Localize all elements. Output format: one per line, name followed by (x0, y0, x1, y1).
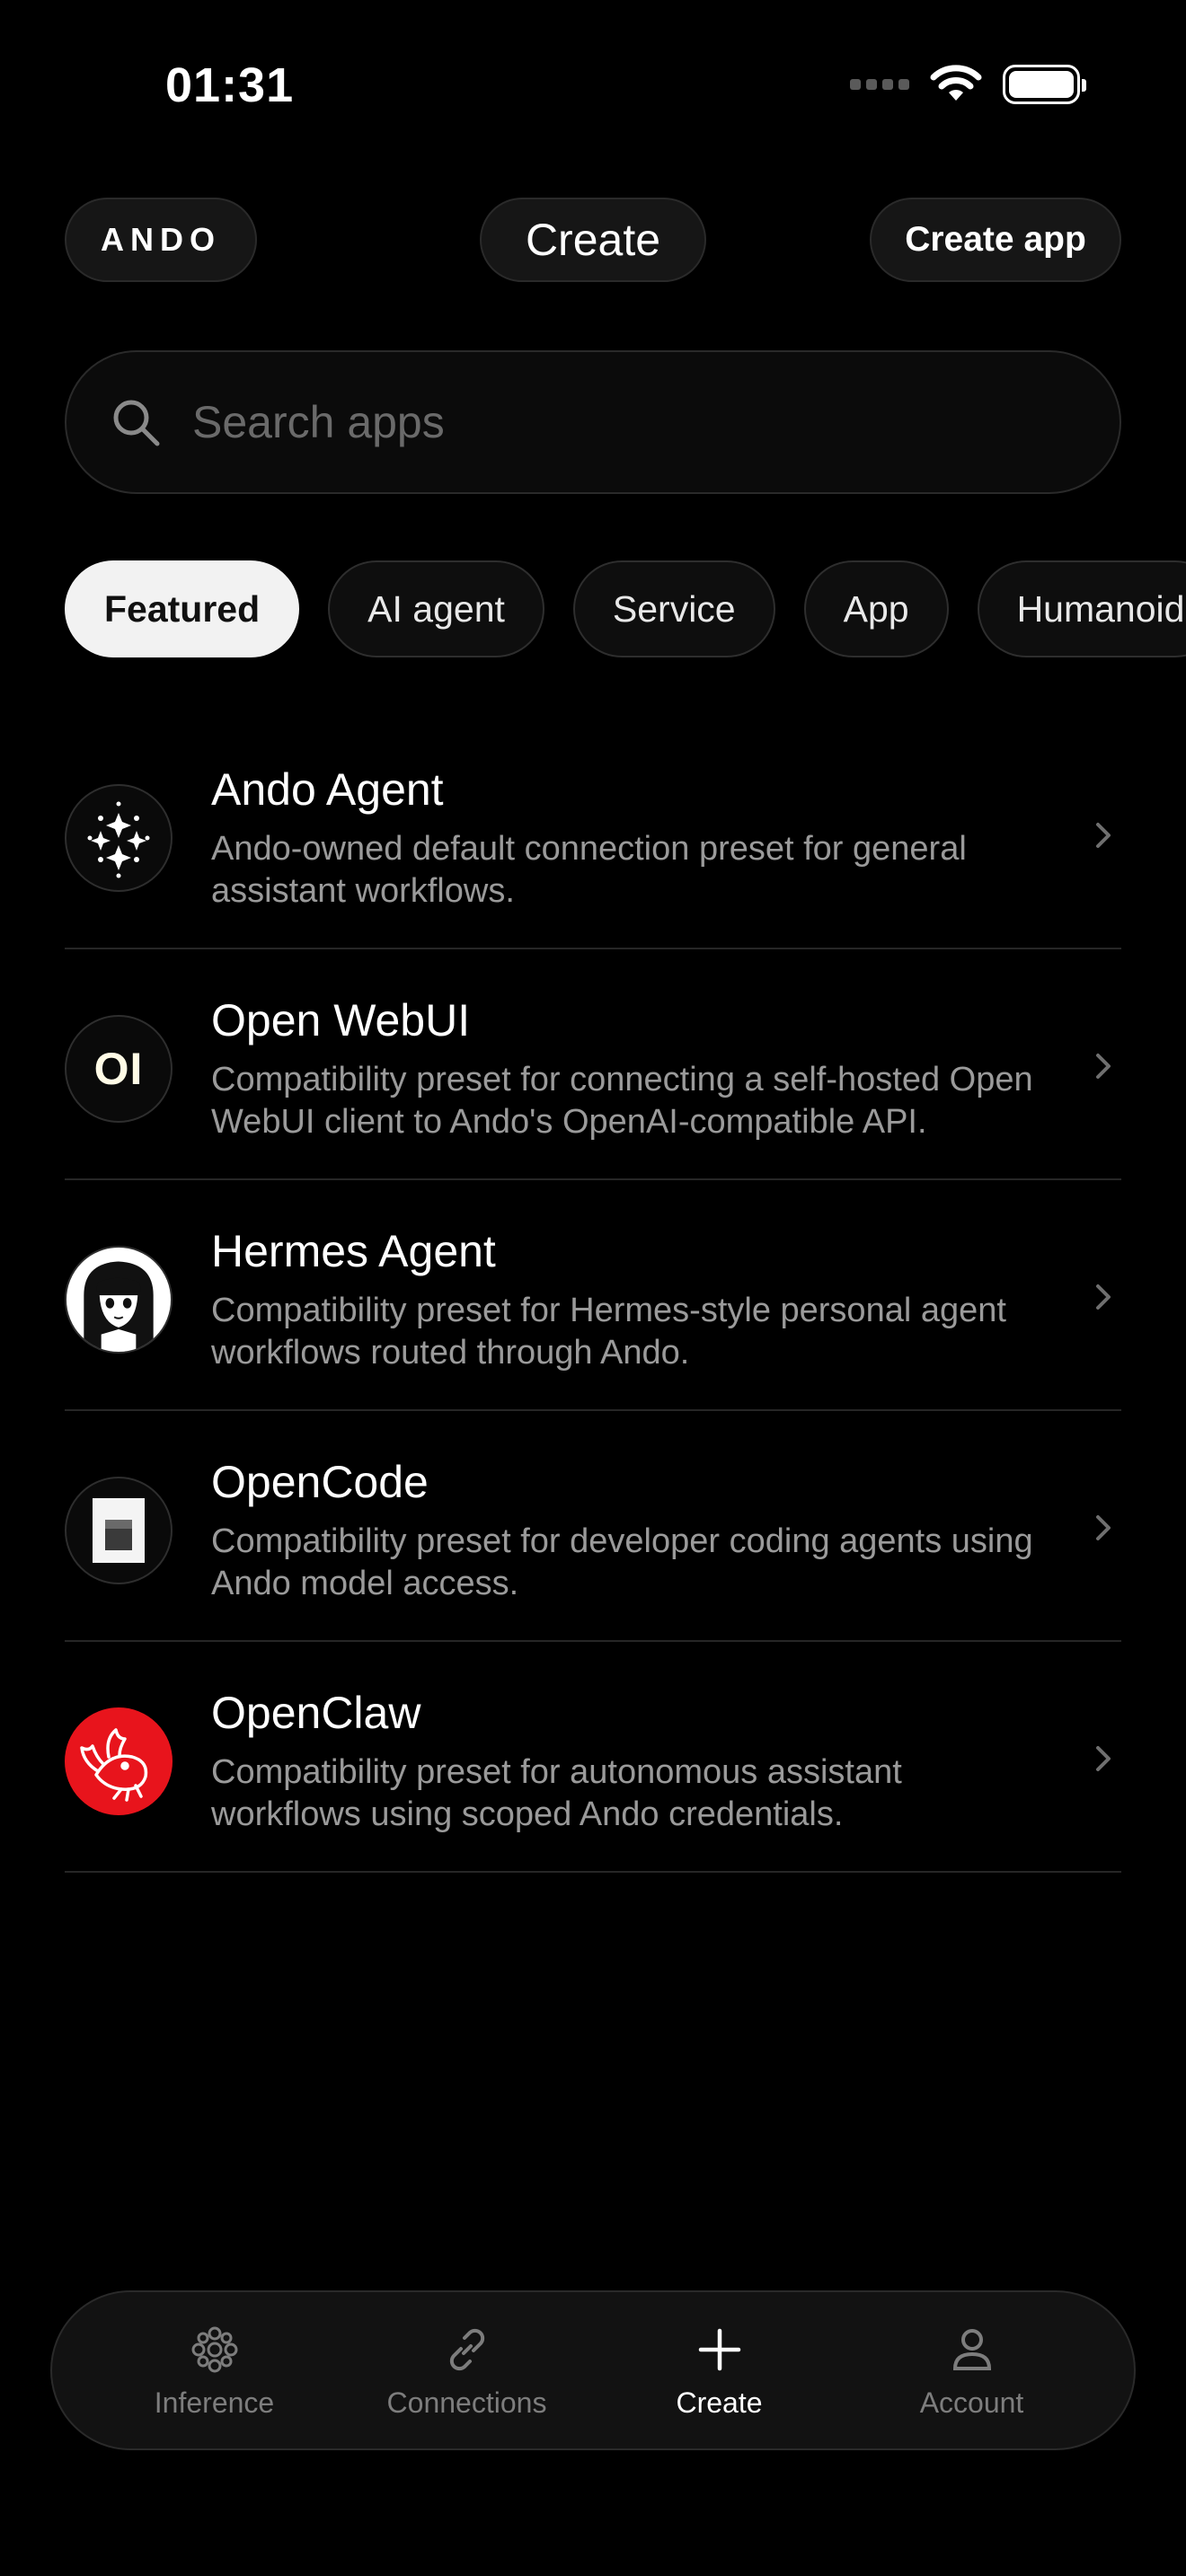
tab-label: Create (676, 2386, 763, 2419)
app-list: Ando Agent Ando-owned default connection… (65, 719, 1121, 1873)
tab-label: Account (919, 2386, 1024, 2419)
filter-chip-service[interactable]: Service (572, 560, 775, 657)
brand-button[interactable]: ANDO (65, 198, 257, 282)
plus-icon (698, 2328, 740, 2370)
app-description: Compatibility preset for developer codin… (211, 1522, 1033, 1602)
create-app-button[interactable]: Create app (870, 198, 1121, 282)
list-item[interactable]: OI Open WebUI Compatibility preset for c… (65, 949, 1121, 1180)
lobster-icon (65, 1707, 173, 1815)
chevron-right-icon (1096, 1054, 1111, 1079)
app-description: Compatibility preset for autonomous assi… (211, 1753, 902, 1833)
oi-logo-icon: OI (65, 1015, 173, 1123)
search-bar[interactable] (65, 350, 1121, 494)
tab-account[interactable]: Account (860, 2322, 1084, 2420)
person-icon (952, 2328, 991, 2370)
opencode-logo-icon (65, 1477, 173, 1584)
tab-label: Connections (386, 2386, 547, 2419)
list-item[interactable]: OpenCode Compatibility preset for develo… (65, 1411, 1121, 1642)
chevron-right-icon (1096, 1515, 1111, 1540)
tab-label: Inference (154, 2386, 275, 2419)
create-screen: 01:31 ANDO Create Create app Featured AI… (0, 0, 1186, 2576)
link-icon (449, 2328, 484, 2370)
filter-chip-app[interactable]: App (803, 560, 949, 657)
filter-chip-humanoid[interactable]: Humanoid (977, 560, 1186, 657)
chevron-right-icon (1096, 1284, 1111, 1310)
app-description: Ando-owned default connection preset for… (211, 830, 967, 910)
app-name: OpenCode (211, 1457, 429, 1507)
chevron-right-icon (1096, 823, 1111, 848)
tab-create[interactable]: Create (607, 2322, 832, 2420)
search-icon (113, 400, 160, 446)
app-description: Compatibility preset for Hermes-style pe… (211, 1292, 1006, 1372)
app-name: OpenClaw (211, 1688, 421, 1738)
status-time: 01:31 (165, 58, 295, 112)
oi-logo-text: OI (93, 1044, 144, 1094)
bottom-tab-bar: Inference Connections Create Account (50, 2290, 1136, 2450)
app-description: Compatibility preset for connecting a se… (211, 1061, 1033, 1141)
list-item[interactable]: OpenClaw Compatibility preset for autono… (65, 1642, 1121, 1873)
page-title: Create (480, 198, 706, 282)
wifi-icon (930, 65, 982, 101)
anime-portrait-icon (65, 1246, 173, 1354)
status-icons (850, 65, 1086, 104)
chevron-right-icon (1096, 1746, 1111, 1771)
flower-dots-icon (191, 2326, 237, 2372)
tab-connections[interactable]: Connections (355, 2322, 580, 2420)
app-name: Open WebUI (211, 995, 471, 1045)
tab-inference[interactable]: Inference (102, 2322, 327, 2420)
search-input[interactable] (192, 396, 1001, 448)
sparkle-grid-icon (65, 784, 173, 892)
filter-chip-featured[interactable]: Featured (65, 560, 300, 657)
filter-chip-ai-agent[interactable]: AI agent (328, 560, 544, 657)
battery-icon (1003, 65, 1086, 104)
filter-chips: Featured AI agent Service App Humanoid (65, 560, 1186, 657)
list-item[interactable]: Ando Agent Ando-owned default connection… (65, 719, 1121, 949)
app-name: Ando Agent (211, 764, 444, 815)
app-name: Hermes Agent (211, 1226, 496, 1276)
cellular-signal-icon (850, 66, 909, 102)
list-item[interactable]: Hermes Agent Compatibility preset for He… (65, 1180, 1121, 1411)
